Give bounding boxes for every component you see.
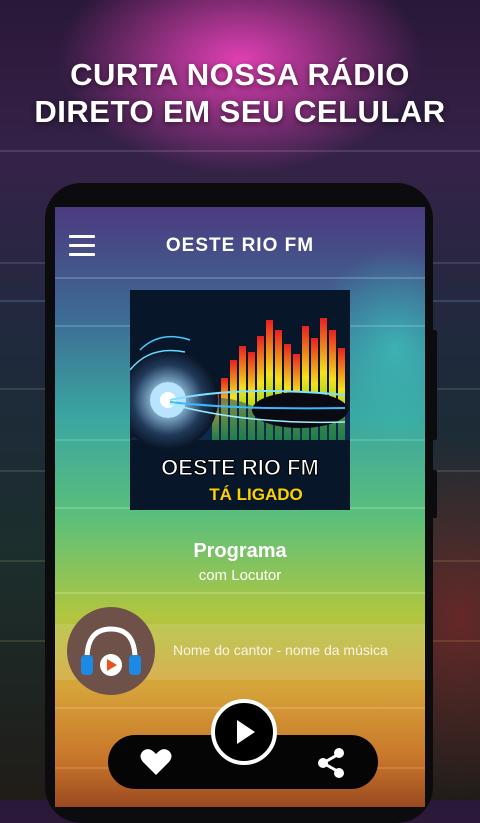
heart-icon[interactable] <box>139 747 173 777</box>
promo-headline: CURTA NOSSA RÁDIO DIRETO EM SEU CELULAR <box>0 56 480 130</box>
program-name: Programa <box>193 540 287 562</box>
host-name: com Locutor <box>198 567 282 584</box>
play-button[interactable] <box>211 699 277 765</box>
cover-art-graphic: OESTE RIO FM TÁ LIGADO <box>130 290 350 510</box>
app-screen: OESTE RIO FM OESTE RIO FM TÁ LIGADO Prog… <box>55 207 425 807</box>
cover-title: OESTE RIO FM <box>161 455 319 480</box>
phone-side-button <box>431 330 437 440</box>
play-icon <box>237 720 255 744</box>
cover-tagline: TÁ LIGADO <box>209 485 303 504</box>
station-avatar <box>67 607 155 695</box>
promo-line-2: DIRETO EM SEU CELULAR <box>34 94 446 129</box>
promo-line-1: CURTA NOSSA RÁDIO <box>70 57 410 92</box>
headphones-icon <box>81 626 141 676</box>
phone-side-button <box>431 470 437 518</box>
now-playing-track: Nome do cantor - nome da música <box>173 642 388 658</box>
station-title: OESTE RIO FM <box>165 235 315 256</box>
share-icon[interactable] <box>315 747 347 779</box>
station-cover-art: OESTE RIO FM TÁ LIGADO <box>130 290 350 510</box>
